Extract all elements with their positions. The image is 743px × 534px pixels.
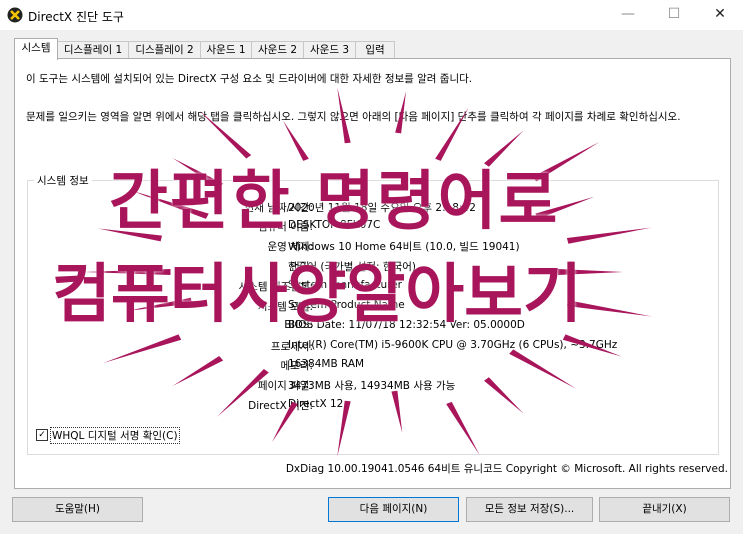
minimize-button[interactable]: — [605,0,651,30]
whql-checkbox-label[interactable]: WHQL 디지털 서명 확인(C) [50,427,180,444]
overlay-headline-line2: 컴퓨터사양알아보기 [52,258,582,332]
info-row-memory: 메모리: 16384MB RAM [28,358,718,374]
info-value: DirectX 12 [288,398,344,410]
maximize-button[interactable]: ☐ [651,0,697,30]
intro-text: 이 도구는 시스템에 설치되어 있는 DirectX 구성 요소 및 드라이버에… [26,73,473,85]
tab-sound-2[interactable]: 사운드 2 [251,41,304,59]
tab-input[interactable]: 입력 [355,41,395,59]
next-page-button[interactable]: 다음 페이지(N) [328,497,459,522]
title-bar: DirectX 진단 도구 — ☐ ✕ [0,0,743,30]
close-button[interactable]: ✕ [697,0,743,30]
tab-display-2[interactable]: 디스플레이 2 [128,41,201,59]
info-row-processor: 프로세서: Intel(R) Core(TM) i5-9600K CPU @ 3… [28,339,718,355]
overlay-headline-line1: 간편한 명령어로 [109,165,560,239]
info-row-directx-version: DirectX 버전: DirectX 12 [28,398,718,414]
whql-checkbox[interactable]: ✓ [36,429,48,441]
window-title: DirectX 진단 도구 [28,10,124,24]
info-row-page-file: 페이지 파일: 3473MB 사용, 14934MB 사용 가능 [28,378,718,394]
system-info-label: 시스템 정보 [34,173,92,188]
exit-button[interactable]: 끝내기(X) [599,497,730,522]
tab-sound-3[interactable]: 사운드 3 [303,41,356,59]
info-value: 16384MB RAM [288,358,365,370]
info-value: 3473MB 사용, 14934MB 사용 가능 [288,380,456,392]
tab-system[interactable]: 시스템 [14,38,58,60]
version-copyright-text: DxDiag 10.00.19041.0546 64비트 유니코드 Copyri… [285,463,728,475]
info-value: Intel(R) Core(TM) i5-9600K CPU @ 3.70GHz… [288,339,618,351]
tab-display-1[interactable]: 디스플레이 1 [57,41,129,59]
save-all-info-button[interactable]: 모든 정보 저장(S)... [466,497,593,522]
tab-sound-1[interactable]: 사운드 1 [200,41,252,59]
help-button[interactable]: 도움말(H) [12,497,143,522]
instructions-text: 문제를 일으키는 영역을 알면 위에서 해당 탭을 클릭하십시오. 그렇지 않으… [26,111,681,123]
directx-logo-icon [7,7,23,23]
